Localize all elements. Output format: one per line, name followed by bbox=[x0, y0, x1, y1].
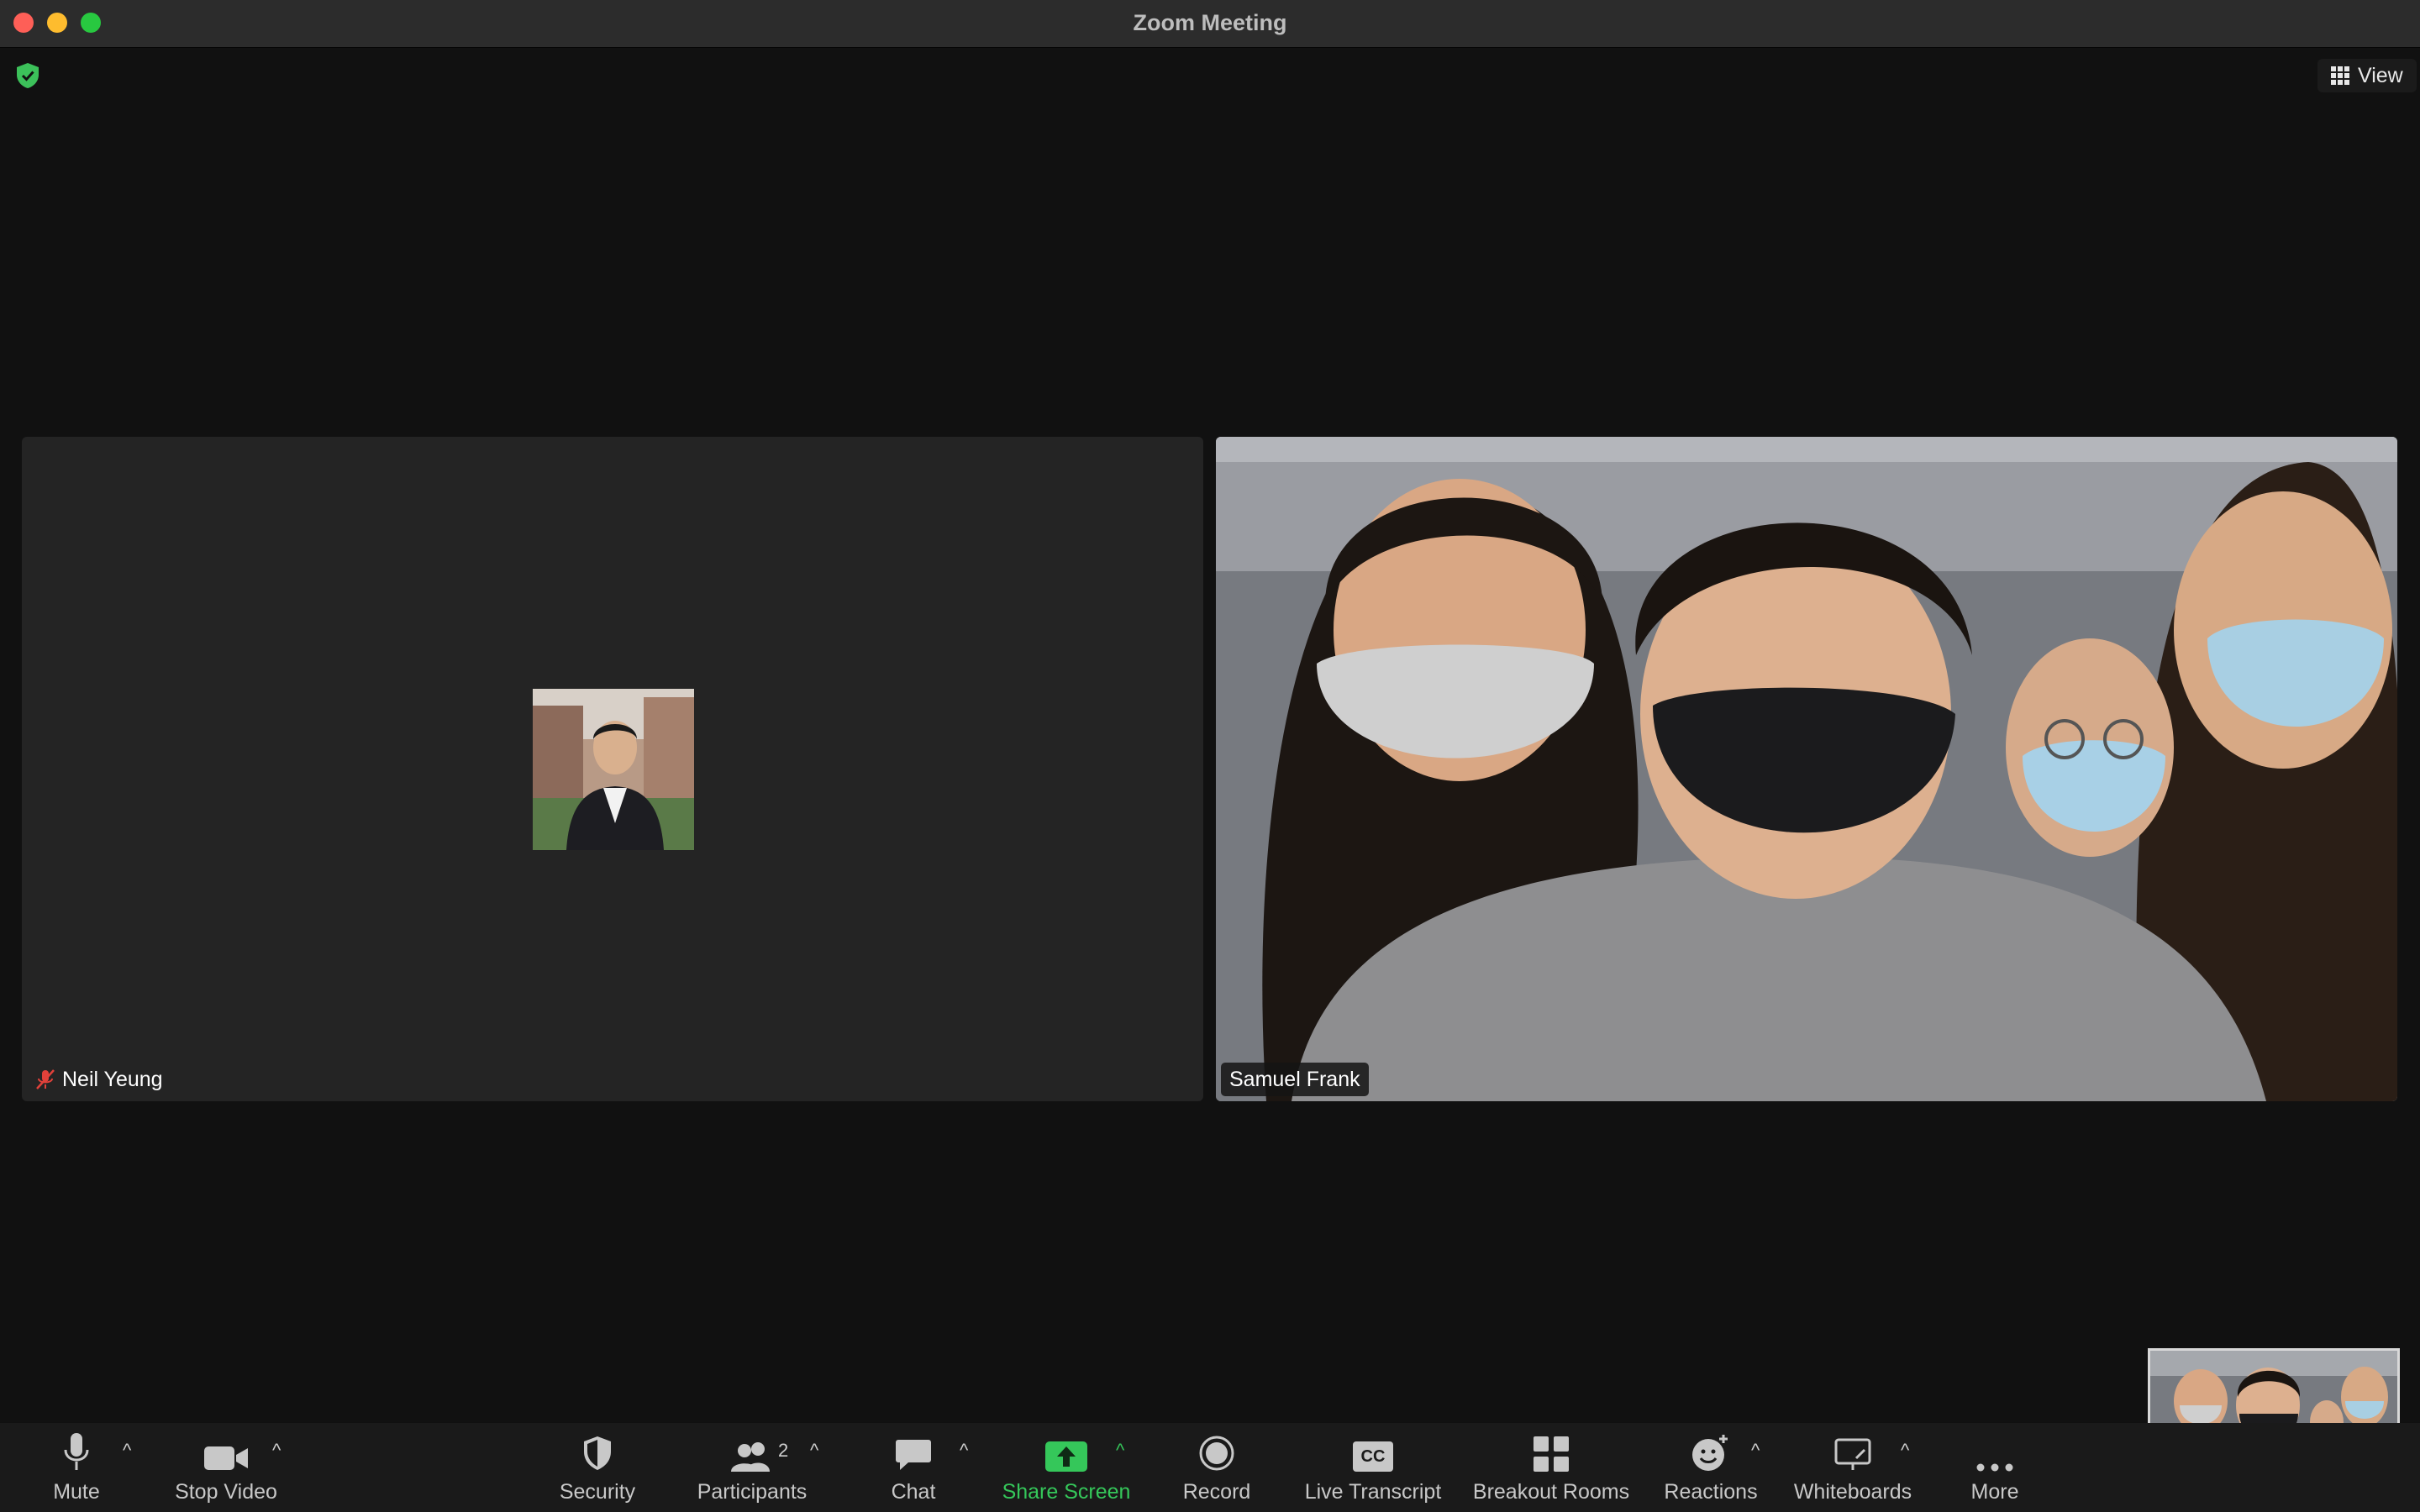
stop-video-label: Stop Video bbox=[175, 1480, 277, 1504]
participant-name-tag: Samuel Frank bbox=[1221, 1063, 1369, 1096]
participant-name-tag: Neil Yeung bbox=[27, 1063, 171, 1096]
whiteboards-options-caret[interactable]: ^ bbox=[1901, 1440, 1909, 1462]
more-label: More bbox=[1970, 1480, 2019, 1504]
participant-tile-neil-yeung[interactable]: Neil Yeung bbox=[22, 437, 1203, 1101]
share-options-caret[interactable]: ^ bbox=[1116, 1440, 1124, 1462]
view-button[interactable]: View bbox=[2317, 59, 2417, 92]
reactions-options-caret[interactable]: ^ bbox=[1751, 1440, 1760, 1462]
participants-count: 2 bbox=[778, 1440, 789, 1461]
share-screen-label: Share Screen bbox=[1002, 1480, 1131, 1504]
window-title: Zoom Meeting bbox=[1133, 10, 1287, 35]
smiley-icon bbox=[1692, 1435, 1728, 1471]
participant-name: Samuel Frank bbox=[1229, 1067, 1360, 1091]
chat-button[interactable]: Chat bbox=[879, 1423, 948, 1512]
video-options-caret[interactable]: ^ bbox=[272, 1440, 281, 1462]
meeting-toolbar: Mute ^ Stop Video ^ Security Participant… bbox=[0, 1423, 2420, 1512]
grid-view-icon bbox=[2331, 66, 2349, 85]
whiteboard-icon bbox=[1834, 1438, 1871, 1470]
view-button-label: View bbox=[2358, 63, 2403, 87]
live-transcript-button[interactable]: CC Live Transcript bbox=[1301, 1423, 1445, 1512]
whiteboards-button[interactable]: Whiteboards bbox=[1790, 1423, 1916, 1512]
cc-badge-text: CC bbox=[1360, 1446, 1386, 1466]
mute-label: Mute bbox=[53, 1480, 100, 1504]
profile-photo bbox=[533, 689, 694, 850]
share-screen-button[interactable]: Share Screen bbox=[998, 1423, 1134, 1512]
encryption-shield-icon[interactable] bbox=[15, 62, 40, 93]
closed-caption-icon: CC bbox=[1353, 1441, 1393, 1472]
breakout-rooms-button[interactable]: Breakout Rooms bbox=[1472, 1423, 1630, 1512]
share-arrow-icon bbox=[1045, 1441, 1087, 1472]
participants-label: Participants bbox=[697, 1480, 808, 1504]
microphone-icon bbox=[64, 1433, 89, 1470]
participants-options-caret[interactable]: ^ bbox=[810, 1440, 818, 1462]
record-label: Record bbox=[1182, 1480, 1251, 1504]
muted-microphone-icon bbox=[36, 1069, 55, 1089]
shield-icon bbox=[584, 1436, 611, 1470]
whiteboards-label: Whiteboards bbox=[1793, 1480, 1912, 1504]
participant-name: Neil Yeung bbox=[62, 1067, 163, 1091]
window-titlebar: Zoom Meeting bbox=[0, 0, 2420, 48]
audio-options-caret[interactable]: ^ bbox=[123, 1440, 131, 1462]
chat-bubble-icon bbox=[896, 1440, 931, 1470]
reactions-button[interactable]: Reactions bbox=[1662, 1423, 1760, 1512]
mute-button[interactable]: Mute bbox=[39, 1423, 114, 1512]
reactions-label: Reactions bbox=[1664, 1480, 1758, 1504]
security-button[interactable]: Security bbox=[548, 1423, 647, 1512]
breakout-rooms-icon bbox=[1534, 1436, 1569, 1472]
video-camera-icon bbox=[204, 1446, 248, 1470]
participants-button[interactable]: Participants bbox=[694, 1423, 810, 1512]
record-icon bbox=[1199, 1436, 1234, 1471]
participant-tile-samuel-frank[interactable]: Samuel Frank bbox=[1216, 437, 2397, 1101]
chat-label: Chat bbox=[891, 1480, 936, 1504]
people-icon bbox=[731, 1442, 770, 1472]
video-feed bbox=[1216, 437, 2397, 1101]
breakout-rooms-label: Breakout Rooms bbox=[1472, 1480, 1630, 1504]
more-button[interactable]: More bbox=[1961, 1423, 2028, 1512]
chat-options-caret[interactable]: ^ bbox=[960, 1440, 968, 1462]
security-label: Security bbox=[559, 1480, 636, 1504]
live-transcript-label: Live Transcript bbox=[1304, 1480, 1442, 1504]
record-button[interactable]: Record bbox=[1176, 1423, 1257, 1512]
more-dots-icon bbox=[1976, 1463, 2013, 1472]
stop-video-button[interactable]: Stop Video bbox=[165, 1423, 287, 1512]
